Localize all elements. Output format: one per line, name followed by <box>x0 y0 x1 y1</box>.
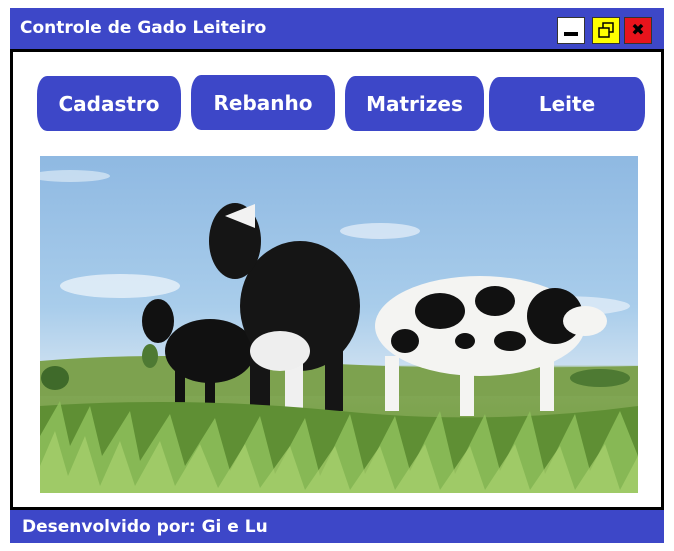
rebanho-button[interactable]: Rebanho <box>191 75 335 130</box>
maximize-button[interactable] <box>592 17 620 44</box>
close-icon: ✖ <box>631 20 645 39</box>
dairy-cattle-photo <box>40 156 638 493</box>
main-panel: Cadastro Rebanho Matrizes Leite <box>10 49 664 510</box>
title-bar: Controle de Gado Leiteiro ✖ <box>10 8 664 49</box>
cadastro-button[interactable]: Cadastro <box>37 76 181 131</box>
close-button[interactable]: ✖ <box>624 17 652 44</box>
credits-text: Desenvolvido por: Gi e Lu <box>22 517 268 537</box>
window-title: Controle de Gado Leiteiro <box>20 18 267 38</box>
footer-bar: Desenvolvido por: Gi e Lu <box>10 510 664 543</box>
restore-icon <box>598 22 614 38</box>
cows-in-field-image <box>40 170 638 493</box>
minimize-icon <box>564 32 578 36</box>
matrizes-button[interactable]: Matrizes <box>345 76 484 131</box>
minimize-button[interactable] <box>557 17 585 44</box>
leite-button[interactable]: Leite <box>489 77 645 131</box>
